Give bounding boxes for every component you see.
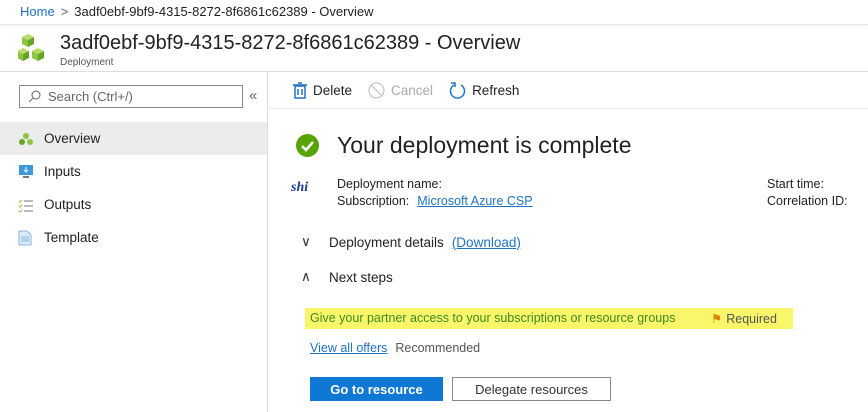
start-time-label: Start time: xyxy=(767,177,824,191)
checklist-icon xyxy=(18,198,44,212)
partner-access-text: Give your partner access to your subscri… xyxy=(310,311,676,325)
recommended-label: Recommended xyxy=(395,341,481,355)
breadcrumb-separator: > xyxy=(60,4,69,19)
delete-label: Delete xyxy=(313,82,353,98)
sidebar-item-label: Overview xyxy=(44,131,101,146)
required-label: Required xyxy=(726,312,777,326)
deployment-details-toggle[interactable]: ∨ Deployment details (Download) xyxy=(301,234,521,250)
required-badge: ⚑ Required xyxy=(711,311,781,326)
sidebar-item-label: Template xyxy=(44,230,99,245)
deployment-name-label: Deployment name: xyxy=(337,177,442,191)
refresh-button[interactable]: Refresh xyxy=(449,81,520,99)
deployment-status: Your deployment is complete xyxy=(296,132,632,159)
offers-row: View all offers Recommended xyxy=(310,341,480,355)
toolbar: Delete Cancel Refresh xyxy=(269,72,868,109)
document-icon xyxy=(18,230,44,246)
search-placeholder: Search (Ctrl+/) xyxy=(48,89,133,104)
overview-icon xyxy=(18,132,44,146)
page-header: 3adf0ebf-9bf9-4315-8272-8f6861c62389 - O… xyxy=(0,25,868,72)
subscription-label: Subscription: xyxy=(337,194,410,208)
breadcrumb-home[interactable]: Home xyxy=(20,4,55,19)
cancel-button[interactable]: Cancel xyxy=(368,82,433,99)
flag-icon: ⚑ xyxy=(711,312,723,326)
refresh-label: Refresh xyxy=(472,82,520,98)
deployment-cubes-icon xyxy=(18,34,44,61)
search-input[interactable]: Search (Ctrl+/) xyxy=(19,85,243,108)
delegate-resources-button[interactable]: Delegate resources xyxy=(452,377,611,401)
sidebar-item-label: Inputs xyxy=(44,164,81,179)
breadcrumb-current: 3adf0ebf-9bf9-4315-8272-8f6861c62389 - O… xyxy=(74,4,374,19)
next-steps-toggle[interactable]: ∧ Next steps xyxy=(301,269,393,285)
cancel-label: Cancel xyxy=(391,82,434,98)
sidebar-item-template[interactable]: Template xyxy=(0,221,267,254)
shi-logo: shi xyxy=(291,180,309,195)
overview-content: Your deployment is complete shi Deployme… xyxy=(269,110,868,412)
refresh-icon xyxy=(449,81,466,99)
sidebar: Search (Ctrl+/) « Overview Inputs Output… xyxy=(0,72,268,412)
search-icon xyxy=(28,90,41,103)
subscription-link[interactable]: Microsoft Azure CSP xyxy=(417,194,532,208)
collapse-sidebar-button[interactable]: « xyxy=(249,87,257,104)
deployment-meta: Start time: Correlation ID: xyxy=(767,176,848,210)
trash-icon xyxy=(293,81,307,99)
status-heading: Your deployment is complete xyxy=(337,132,632,158)
deployment-info: Deployment name: Subscription: Microsoft … xyxy=(337,176,533,210)
monitor-download-icon xyxy=(18,164,44,179)
cancel-icon xyxy=(368,82,385,98)
success-check-icon xyxy=(296,134,319,157)
partner-access-step[interactable]: Give your partner access to your subscri… xyxy=(305,308,793,329)
download-link[interactable]: (Download) xyxy=(452,235,521,250)
chevron-down-icon: ∨ xyxy=(301,234,311,249)
view-all-offers-link[interactable]: View all offers xyxy=(310,341,387,355)
deployment-details-label: Deployment details xyxy=(329,234,444,250)
breadcrumb: Home >3adf0ebf-9bf9-4315-8272-8f6861c6238… xyxy=(0,0,868,25)
page-title: 3adf0ebf-9bf9-4315-8272-8f6861c62389 - O… xyxy=(60,32,521,54)
sidebar-item-inputs[interactable]: Inputs xyxy=(0,155,267,188)
delete-button[interactable]: Delete xyxy=(293,81,353,99)
sidebar-item-overview[interactable]: Overview xyxy=(0,122,267,155)
sidebar-item-label: Outputs xyxy=(44,197,92,212)
next-steps-label: Next steps xyxy=(329,269,393,285)
page-subtitle: Deployment xyxy=(60,57,114,68)
chevron-up-icon: ∧ xyxy=(301,269,311,284)
sidebar-item-outputs[interactable]: Outputs xyxy=(0,188,267,221)
go-to-resource-button[interactable]: Go to resource xyxy=(310,377,443,401)
correlation-id-label: Correlation ID: xyxy=(767,194,848,208)
